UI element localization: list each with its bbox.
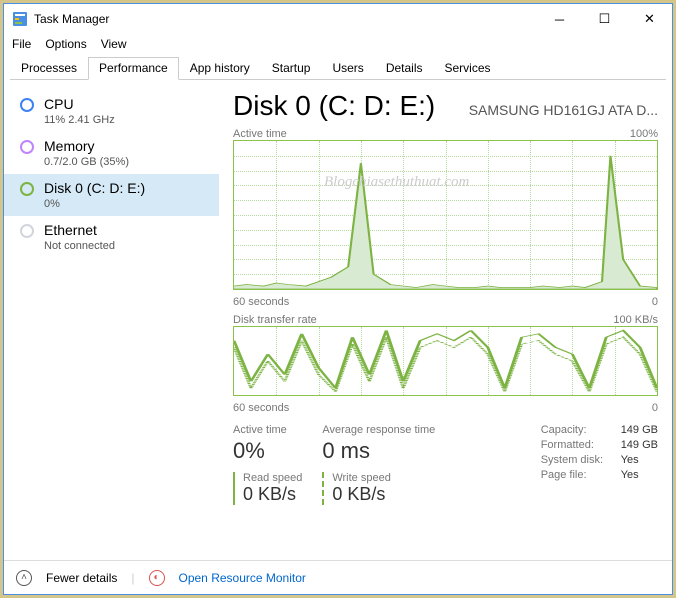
read-speed-value: 0 KB/s xyxy=(243,484,302,505)
app-icon xyxy=(12,11,28,27)
tab-startup[interactable]: Startup xyxy=(261,57,322,80)
tab-details[interactable]: Details xyxy=(375,57,434,80)
transfer-rate-chart xyxy=(233,326,658,396)
active-time-chart xyxy=(233,140,658,290)
disk-name: Disk 0 (C: D: E:) xyxy=(44,180,145,196)
formatted-value: 149 GB xyxy=(621,439,658,451)
chart1-max: 100% xyxy=(630,128,658,140)
chart2-max: 100 KB/s xyxy=(613,314,658,326)
tab-users[interactable]: Users xyxy=(321,57,374,80)
menu-view[interactable]: View xyxy=(101,37,127,51)
menubar: File Options View xyxy=(4,34,672,54)
footer: ˄ Fewer details | ◐ Open Resource Monito… xyxy=(4,560,672,594)
response-time-label: Average response time xyxy=(322,424,435,436)
cpu-sub: 11% 2.41 GHz xyxy=(44,114,115,126)
ethernet-name: Ethernet xyxy=(44,222,115,238)
ethernet-icon xyxy=(20,224,34,238)
stats-row: Active time 0% Read speed 0 KB/s Average… xyxy=(233,424,658,505)
open-resource-monitor-link[interactable]: Open Resource Monitor xyxy=(179,571,306,585)
tab-app-history[interactable]: App history xyxy=(179,57,261,80)
write-row: Write speed 0 KB/s xyxy=(322,472,455,505)
main-header: Disk 0 (C: D: E:) SAMSUNG HD161GJ ATA D.… xyxy=(233,90,658,122)
disk-model: SAMSUNG HD161GJ ATA D... xyxy=(469,102,658,118)
read-speed-stat: Read speed 0 KB/s xyxy=(233,472,302,505)
pagefile-label: Page file: xyxy=(541,469,621,481)
window-title: Task Manager xyxy=(34,12,109,26)
memory-name: Memory xyxy=(44,138,129,154)
cpu-icon xyxy=(20,98,34,112)
cpu-name: CPU xyxy=(44,96,115,112)
response-time-value: 0 ms xyxy=(322,438,435,464)
sidebar-item-cpu[interactable]: CPU 11% 2.41 GHz xyxy=(4,90,219,132)
sidebar-item-memory[interactable]: Memory 0.7/2.0 GB (35%) xyxy=(4,132,219,174)
active-time-label: Active time xyxy=(233,424,302,436)
chart2-xleft: 60 seconds xyxy=(233,402,289,414)
sysdisk-value: Yes xyxy=(621,454,639,466)
chart2-xright: 0 xyxy=(652,402,658,414)
active-time-stat: Active time 0% xyxy=(233,424,302,464)
titlebar: Task Manager ─ ☐ ✕ xyxy=(4,4,672,34)
active-time-line xyxy=(234,141,657,289)
formatted-label: Formatted: xyxy=(541,439,621,451)
chart2-labels: Disk transfer rate 100 KB/s xyxy=(233,314,658,326)
disk-sub: 0% xyxy=(44,198,145,210)
chart1-xlabels: 60 seconds 0 xyxy=(233,296,658,308)
sysdisk-label: System disk: xyxy=(541,454,621,466)
chevron-up-icon[interactable]: ˄ xyxy=(16,570,32,586)
chart1-labels: Active time 100% xyxy=(233,128,658,140)
disk-info: Capacity:149 GB Formatted:149 GB System … xyxy=(541,424,658,505)
chart2-title: Disk transfer rate xyxy=(233,314,317,326)
fewer-details-link[interactable]: Fewer details xyxy=(46,571,117,585)
write-speed-label: Write speed xyxy=(332,472,391,484)
minimize-button[interactable]: ─ xyxy=(537,4,582,34)
chart1-xright: 0 xyxy=(652,296,658,308)
transfer-lines xyxy=(234,327,657,395)
memory-icon xyxy=(20,140,34,154)
read-speed-label: Read speed xyxy=(243,472,302,484)
maximize-button[interactable]: ☐ xyxy=(582,4,627,34)
memory-sub: 0.7/2.0 GB (35%) xyxy=(44,156,129,168)
tab-processes[interactable]: Processes xyxy=(10,57,88,80)
sidebar-item-ethernet[interactable]: Ethernet Not connected xyxy=(4,216,219,258)
tab-performance[interactable]: Performance xyxy=(88,57,179,80)
performance-sidebar: CPU 11% 2.41 GHz Memory 0.7/2.0 GB (35%)… xyxy=(4,80,219,560)
tabstrip: Processes Performance App history Startu… xyxy=(10,56,666,80)
chart2-xlabels: 60 seconds 0 xyxy=(233,402,658,414)
speed-row: Read speed 0 KB/s xyxy=(233,472,322,505)
main-panel: Disk 0 (C: D: E:) SAMSUNG HD161GJ ATA D.… xyxy=(219,80,672,560)
capacity-value: 149 GB xyxy=(621,424,658,436)
content-area: CPU 11% 2.41 GHz Memory 0.7/2.0 GB (35%)… xyxy=(4,80,672,560)
window-controls: ─ ☐ ✕ xyxy=(537,4,672,34)
chart1-title: Active time xyxy=(233,128,287,140)
chart1-xleft: 60 seconds xyxy=(233,296,289,308)
pagefile-value: Yes xyxy=(621,469,639,481)
active-time-value: 0% xyxy=(233,438,302,464)
menu-options[interactable]: Options xyxy=(45,37,86,51)
capacity-label: Capacity: xyxy=(541,424,621,436)
sidebar-item-disk[interactable]: Disk 0 (C: D: E:) 0% xyxy=(4,174,219,216)
ethernet-sub: Not connected xyxy=(44,240,115,252)
menu-file[interactable]: File xyxy=(12,37,31,51)
resource-monitor-icon[interactable]: ◐ xyxy=(149,570,165,586)
write-speed-stat: Write speed 0 KB/s xyxy=(322,472,391,505)
task-manager-window: Task Manager ─ ☐ ✕ File Options View Pro… xyxy=(3,3,673,595)
write-speed-value: 0 KB/s xyxy=(332,484,391,505)
close-button[interactable]: ✕ xyxy=(627,4,672,34)
response-time-stat: Average response time 0 ms xyxy=(322,424,435,464)
disk-icon xyxy=(20,182,34,196)
tab-services[interactable]: Services xyxy=(434,57,502,80)
resource-title: Disk 0 (C: D: E:) xyxy=(233,90,435,122)
